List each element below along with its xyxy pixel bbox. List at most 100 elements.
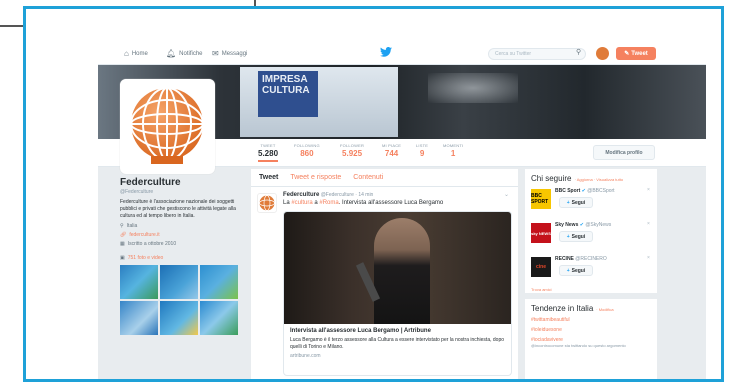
- tweet-button[interactable]: ✎ Tweet: [616, 47, 656, 60]
- link-card[interactable]: Intervista all'assessore Luca Bergamo | …: [283, 211, 512, 376]
- account-name[interactable]: Sky News ✔ @SkyNews: [555, 222, 611, 228]
- media-thumbnail[interactable]: [160, 301, 198, 335]
- stat-label: FOLLOWER: [340, 143, 365, 148]
- trend-context: @incontrocomune sta twittando su questo …: [531, 343, 626, 348]
- profile-name: Federculture: [120, 177, 181, 188]
- stat-value: 5.925: [342, 149, 363, 158]
- stat-value: 860: [300, 149, 314, 158]
- tweet-handle: @Federculture: [320, 192, 354, 198]
- banner-sign-line1: IMPRESA: [262, 74, 308, 85]
- chevron-down-icon[interactable]: ⌄: [504, 191, 509, 198]
- stat-value: 1: [450, 149, 456, 158]
- stat-follower[interactable]: FOLLOWER 5.925: [340, 143, 364, 158]
- account-avatar[interactable]: [596, 47, 609, 60]
- federculture-logo-icon: [130, 87, 204, 164]
- compose-icon: ✎: [624, 51, 630, 57]
- federculture-logo-icon: [259, 195, 275, 211]
- nav-home[interactable]: ⌂ Home: [124, 49, 148, 58]
- refresh-link[interactable]: · Aggiorna · Visualizza tutto: [574, 177, 623, 182]
- timeline: Tweet Tweet e risposte Contenuti Federcu…: [251, 169, 518, 379]
- photos-link[interactable]: ▣ 751 foto e video: [120, 255, 240, 261]
- bell-icon: 🔔︎: [166, 49, 177, 58]
- media-grid: [120, 265, 240, 335]
- trend-item[interactable]: #ioleiduesone: [531, 327, 651, 333]
- media-thumbnail[interactable]: [120, 301, 158, 335]
- stat-label: MOMENTI: [443, 143, 464, 148]
- nav-notifications[interactable]: 🔔︎ Notifiche: [166, 49, 203, 58]
- stat-value: 744: [384, 149, 399, 158]
- follow-label: Segui: [571, 199, 586, 206]
- stat-label: FOLLOWING: [294, 143, 320, 148]
- trends-header: Tendenze in Italia · Modifica: [531, 304, 651, 313]
- dismiss-icon[interactable]: ×: [647, 255, 650, 261]
- bbc-sport-logo-icon[interactable]: BBC SPORT: [531, 189, 551, 209]
- calendar-icon: ▦: [120, 241, 125, 247]
- verified-icon: ✔: [579, 222, 584, 228]
- account-name[interactable]: RECINE @RECINERO: [555, 256, 607, 262]
- follow-label: Segui: [571, 233, 586, 240]
- profile-avatar[interactable]: [120, 79, 215, 174]
- recine-logo-icon[interactable]: cine: [531, 257, 551, 277]
- envelope-icon: ✉: [212, 49, 219, 58]
- change-trends-link[interactable]: · Modifica: [596, 307, 613, 312]
- tweet-avatar[interactable]: [257, 193, 277, 213]
- stat-lists[interactable]: LISTE 9: [416, 143, 428, 158]
- who-to-follow-header: Chi seguire · Aggiorna · Visualizza tutt…: [531, 174, 651, 183]
- follow-button[interactable]: + Segui: [559, 265, 593, 276]
- dismiss-icon[interactable]: ×: [647, 187, 650, 193]
- stat-tweet[interactable]: TWEET 5.280: [258, 143, 279, 162]
- stat-likes[interactable]: MI PIACE 744: [382, 143, 401, 158]
- search-input[interactable]: Cerca su Twitter: [488, 48, 586, 60]
- card-person: [374, 218, 430, 324]
- profile-website[interactable]: 🔗︎ federculture.it: [120, 232, 240, 238]
- tweet-button-label: Tweet: [631, 50, 648, 57]
- sky-news-logo-icon[interactable]: sky NEWS: [531, 223, 551, 243]
- find-friends-link[interactable]: Trova amici: [531, 287, 651, 292]
- website-text: federculture.it: [129, 232, 160, 238]
- banner-sign-line2: CULTURA: [262, 85, 310, 96]
- tweet-header: Federculture @Federculture · 14 min: [283, 192, 373, 198]
- follow-label: Segui: [571, 267, 586, 274]
- trends-panel: Tendenze in Italia · Modifica #twittamib…: [525, 299, 657, 379]
- nav-home-label: Home: [131, 50, 148, 57]
- hashtag-link[interactable]: #cultura: [291, 200, 312, 206]
- search-icon[interactable]: ⚲: [576, 48, 581, 56]
- profile-bio: Federculture è l'associazione nazionale …: [120, 199, 236, 219]
- tab-tweet[interactable]: Tweet: [259, 174, 278, 186]
- camera-icon: ▣: [120, 255, 125, 261]
- twitter-bird-icon[interactable]: [380, 47, 392, 60]
- location-pin-icon: ⚲: [120, 223, 124, 229]
- dismiss-icon[interactable]: ×: [647, 221, 650, 227]
- media-thumbnail[interactable]: [200, 265, 238, 299]
- tab-media[interactable]: Contenuti: [353, 174, 383, 186]
- card-url: artribune.com: [290, 353, 321, 359]
- card-image: [284, 212, 511, 324]
- edit-profile-button[interactable]: Modifica profilo: [593, 145, 655, 160]
- tweet-text-post: . Intervista all'assessore Luca Bergamo: [338, 200, 444, 206]
- location-text: Italia: [126, 223, 138, 229]
- follow-button[interactable]: + Segui: [559, 231, 593, 242]
- card-title: Intervista all'assessore Luca Bergamo | …: [290, 328, 431, 334]
- timeline-tabs: Tweet Tweet e risposte Contenuti: [251, 169, 518, 187]
- profile-handle: @Federculture: [120, 189, 154, 195]
- add-user-icon: +: [566, 233, 570, 240]
- media-thumbnail[interactable]: [200, 301, 238, 335]
- nav-messages[interactable]: ✉ Messaggi: [212, 49, 247, 58]
- top-nav: ⌂ Home 🔔︎ Notifiche ✉ Messaggi Cerca su …: [98, 43, 706, 65]
- tweet-text: La #cultura a #Roma. Intervista all'asse…: [283, 200, 443, 206]
- hashtag-link[interactable]: #Roma: [319, 200, 338, 206]
- account-name[interactable]: BBC Sport ✔ @BBCSport: [555, 188, 615, 194]
- trend-item[interactable]: #twittamibeautiful: [531, 317, 651, 323]
- media-thumbnail[interactable]: [160, 265, 198, 299]
- stat-moments[interactable]: MOMENTI 1: [443, 143, 463, 158]
- screenshot-frame: ⌂ Home 🔔︎ Notifiche ✉ Messaggi Cerca su …: [23, 6, 724, 382]
- stat-label: MI PIACE: [382, 143, 402, 148]
- tweet-author[interactable]: Federculture: [283, 192, 319, 198]
- tweet-time[interactable]: · 14 min: [355, 192, 373, 198]
- tab-tweet-replies[interactable]: Tweet e risposte: [290, 174, 341, 186]
- profile-sidebar: Federculture @Federculture Federculture …: [120, 177, 240, 335]
- stat-following[interactable]: FOLLOWING 860: [294, 143, 320, 158]
- home-icon: ⌂: [124, 49, 129, 58]
- media-thumbnail[interactable]: [120, 265, 158, 299]
- follow-button[interactable]: + Segui: [559, 197, 593, 208]
